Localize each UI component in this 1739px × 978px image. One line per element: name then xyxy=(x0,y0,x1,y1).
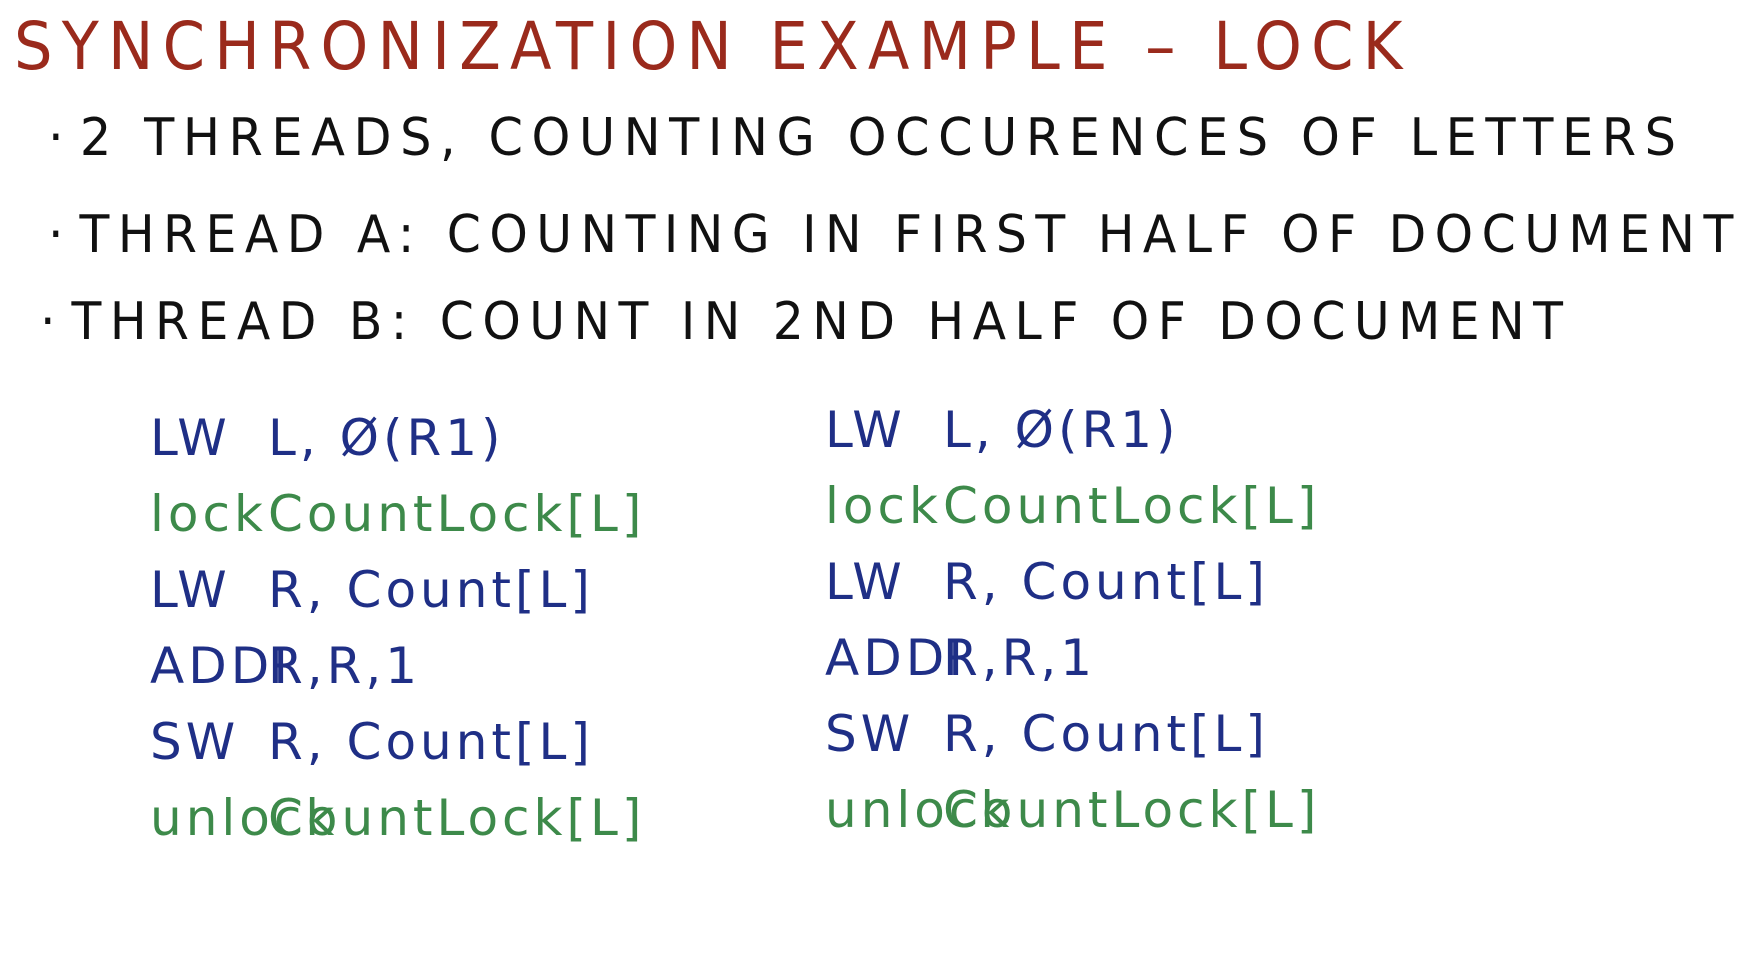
thread-b-code: LW L, Ø(R1) lockCountLock[L] LW R, Count[L… xyxy=(825,392,1320,848)
code-op: lock xyxy=(825,477,942,535)
bullet-text: THREAD B: COUNT IN 2ND HALF OF DOCUMENT xyxy=(71,292,1572,352)
bullet-thread-b: · THREAD B: COUNT IN 2ND HALF OF DOCUMENT xyxy=(40,292,1571,352)
code-args: R, Count[L] xyxy=(268,713,594,771)
bullet-dot: · xyxy=(48,108,73,168)
code-line: SW R, Count[L] xyxy=(150,704,645,780)
thread-a-code: LW L, Ø(R1) lockCountLock[L] LW R, Count[L… xyxy=(150,400,645,856)
code-args: R, Count[L] xyxy=(943,553,1269,611)
code-line: LW R, Count[L] xyxy=(825,544,1320,620)
code-args: CountLock[L] xyxy=(268,789,646,847)
code-op: LW xyxy=(150,561,231,619)
code-args: R,R,1 xyxy=(943,629,1097,687)
code-line: ADDIR,R,1 xyxy=(150,628,645,704)
code-args: L, Ø(R1) xyxy=(268,409,505,467)
code-op: LW xyxy=(825,401,906,459)
bullet-dot: · xyxy=(40,292,64,352)
bullet-text: 2 THREADS, COUNTING OCCURENCES OF LETTER… xyxy=(79,108,1685,168)
code-line: LW L, Ø(R1) xyxy=(825,392,1320,468)
code-line: unlockCountLock[L] xyxy=(825,772,1320,848)
code-op: SW xyxy=(825,705,915,763)
code-op: lock xyxy=(150,485,267,543)
bullet-threads: · 2 THREADS, COUNTING OCCURENCES OF LETTE… xyxy=(48,108,1685,168)
bullet-thread-a: · THREAD A: COUNTING IN FIRST HALF OF DOC… xyxy=(48,205,1739,265)
code-op: ADDI xyxy=(150,637,292,695)
code-line: SW R, Count[L] xyxy=(825,696,1320,772)
code-op: unlock xyxy=(825,781,1014,839)
code-args: CountLock[L] xyxy=(268,485,646,543)
code-line: lockCountLock[L] xyxy=(825,468,1320,544)
code-line: lockCountLock[L] xyxy=(150,476,645,552)
code-op: ADDI xyxy=(825,629,967,687)
code-op: LW xyxy=(825,553,906,611)
code-op: SW xyxy=(150,713,240,771)
bullet-text: THREAD A: COUNTING IN FIRST HALF OF DOCU… xyxy=(79,205,1739,265)
code-args: CountLock[L] xyxy=(943,477,1321,535)
code-args: L, Ø(R1) xyxy=(943,401,1180,459)
code-line: LW L, Ø(R1) xyxy=(150,400,645,476)
bullet-dot: · xyxy=(48,205,72,265)
code-line: ADDIR,R,1 xyxy=(825,620,1320,696)
code-args: R,R,1 xyxy=(268,637,422,695)
code-op: LW xyxy=(150,409,231,467)
code-line: unlockCountLock[L] xyxy=(150,780,645,856)
code-args: R, Count[L] xyxy=(943,705,1269,763)
code-args: R, Count[L] xyxy=(268,561,594,619)
code-line: LW R, Count[L] xyxy=(150,552,645,628)
code-args: CountLock[L] xyxy=(943,781,1321,839)
page-title: SYNCHRONIZATION EXAMPLE – LOCK xyxy=(14,8,1412,85)
code-op: unlock xyxy=(150,789,339,847)
